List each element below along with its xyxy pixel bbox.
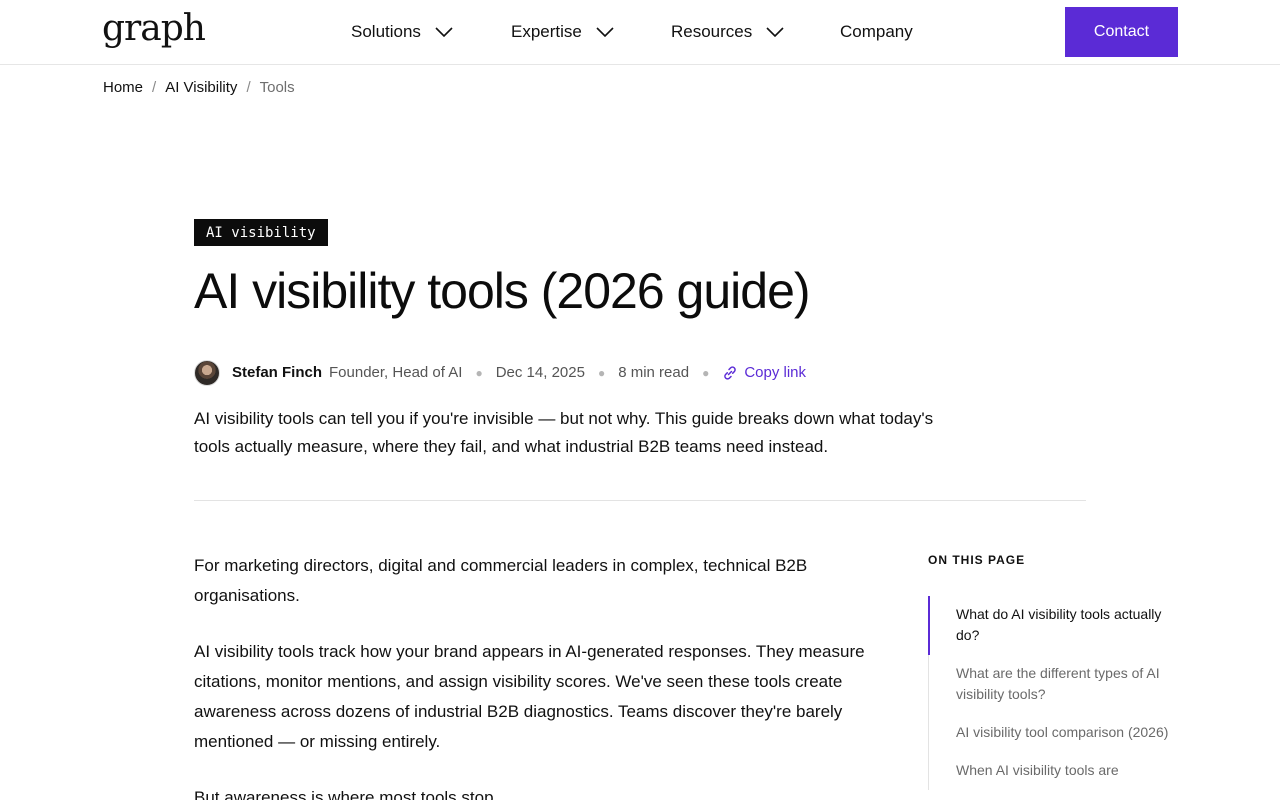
- contact-button[interactable]: Contact: [1065, 7, 1178, 57]
- link-icon: [724, 365, 737, 380]
- article-meta: Stefan Finch Founder, Head of AI ● Dec 1…: [194, 359, 806, 386]
- nav-solutions[interactable]: Solutions: [351, 0, 453, 64]
- table-of-contents: What do AI visibility tools actually do?…: [928, 596, 1188, 790]
- article-body: For marketing directors, digital and com…: [194, 551, 894, 800]
- body-paragraph: AI visibility tools track how your brand…: [194, 642, 865, 751]
- article-intro: AI visibility tools can tell you if you'…: [194, 409, 934, 456]
- meta-dot: ●: [702, 365, 710, 380]
- site-header: graph Solutions Expertise Resources Comp…: [0, 0, 1280, 65]
- body-paragraph: For marketing directors, digital and com…: [194, 556, 808, 605]
- nav-resources[interactable]: Resources: [671, 0, 784, 64]
- toc-item[interactable]: What do AI visibility tools actually do?: [928, 596, 1188, 655]
- nav-company[interactable]: Company: [840, 0, 913, 64]
- meta-dot: ●: [475, 365, 483, 380]
- author-name[interactable]: Stefan Finch: [232, 364, 322, 381]
- author-role: Founder, Head of AI: [329, 364, 463, 381]
- nav-resources-label: Resources: [671, 22, 753, 41]
- nav-expertise-label: Expertise: [511, 22, 582, 41]
- breadcrumb-separator: /: [246, 79, 251, 96]
- chevron-down-icon: [766, 27, 784, 37]
- toc-item[interactable]: AI visibility tool comparison (2026): [929, 714, 1188, 752]
- breadcrumb-home[interactable]: Home: [103, 79, 143, 96]
- nav-company-label: Company: [840, 22, 913, 41]
- category-tag[interactable]: AI visibility: [194, 219, 328, 246]
- chevron-down-icon: [596, 27, 614, 37]
- page-title: AI visibility tools (2026 guide): [194, 263, 811, 319]
- breadcrumb-separator: /: [152, 79, 157, 96]
- nav-solutions-label: Solutions: [351, 22, 421, 41]
- breadcrumb-ai-visibility[interactable]: AI Visibility: [165, 79, 237, 96]
- nav-expertise[interactable]: Expertise: [511, 0, 614, 64]
- copy-link-button[interactable]: Copy link: [722, 364, 806, 381]
- copy-link-label: Copy link: [744, 364, 807, 381]
- publish-date: Dec 14, 2025: [495, 364, 585, 381]
- toc-item[interactable]: What are the different types of AI visib…: [929, 655, 1188, 714]
- meta-dot: ●: [597, 365, 606, 380]
- avatar: [194, 359, 220, 386]
- breadcrumb-current: Tools: [259, 79, 295, 96]
- body-paragraph: But awareness is where most tools stop.: [194, 788, 499, 800]
- divider: [194, 500, 1086, 501]
- read-time: 8 min read: [618, 364, 690, 381]
- chevron-down-icon: [435, 27, 453, 37]
- toc-item[interactable]: When AI visibility tools are: [929, 752, 1188, 790]
- toc-title: ON THIS PAGE: [928, 553, 1026, 567]
- breadcrumb: Home / AI Visibility / Tools: [103, 79, 295, 96]
- logo[interactable]: graph: [102, 8, 206, 49]
